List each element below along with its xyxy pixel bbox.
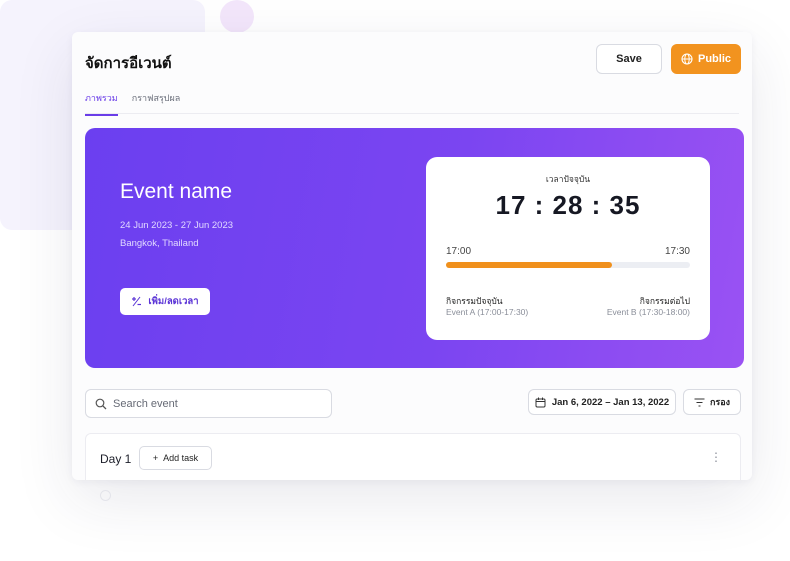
search-icon [95, 398, 107, 409]
add-task-button[interactable]: + Add task [139, 446, 212, 470]
time-range-end: 17:30 [664, 246, 690, 257]
adjust-time-label: เพิ่ม/ลดเวลา [148, 296, 199, 307]
kebab-icon[interactable]: ⋮ [710, 451, 722, 463]
plus-minus-icon [132, 296, 142, 307]
public-button-label: Public [697, 53, 731, 65]
date-range-label: Jan 6, 2022 – Jan 13, 2022 [551, 396, 670, 408]
faded-checkbox [100, 490, 111, 501]
current-time-label: เวลาปัจจุบัน [545, 174, 591, 184]
next-activity: Event B (17:30-18:00) [606, 307, 690, 317]
page-title: จัดการอีเวนต์ [85, 55, 172, 72]
day-section: Day 1 + Add task ⋮ [85, 433, 741, 480]
faded-table-header [100, 490, 730, 501]
current-time-card: เวลาปัจจุบัน 17 : 28 : 35 17:00 17:30 กิ… [426, 157, 710, 340]
background-dot [220, 0, 254, 33]
event-management-panel: จัดการอีเวนต์ Save Public ภาพรวม กราฟสรุ… [72, 32, 752, 480]
time-progress-fill [446, 262, 612, 268]
current-time: 17 : 28 : 35 [495, 190, 641, 220]
event-dates: 24 Jun 2023 - 27 Jun 2023 [120, 220, 234, 231]
current-activity: Event A (17:00-17:30) [446, 307, 529, 317]
time-progress-bar [446, 262, 690, 268]
filter-label: กรอง [709, 397, 731, 407]
save-button[interactable]: Save [596, 44, 662, 74]
search-input[interactable] [113, 397, 313, 410]
filter-button[interactable]: กรอง [683, 389, 741, 415]
time-range-start: 17:00 [446, 246, 472, 257]
event-hero-banner: Event name 24 Jun 2023 - 27 Jun 2023 Ban… [85, 128, 744, 368]
day-label: Day 1 [100, 452, 132, 466]
add-task-label: Add task [163, 453, 199, 463]
plus-icon: + [152, 453, 159, 463]
current-activity-title: กิจกรรมปัจจุบัน [446, 296, 503, 306]
adjust-time-button[interactable]: เพิ่ม/ลดเวลา [120, 288, 210, 315]
globe-icon [681, 53, 693, 65]
date-range-picker[interactable]: Jan 6, 2022 – Jan 13, 2022 [528, 389, 676, 415]
event-name: Event name [120, 180, 233, 203]
event-location: Bangkok, Thailand [120, 238, 199, 249]
tab-divider [85, 113, 739, 114]
public-button[interactable]: Public [671, 44, 741, 74]
filter-icon [694, 397, 705, 407]
search-box[interactable] [85, 389, 332, 418]
calendar-icon [535, 397, 546, 407]
next-activity-title: กิจกรรมต่อไป [639, 296, 690, 306]
